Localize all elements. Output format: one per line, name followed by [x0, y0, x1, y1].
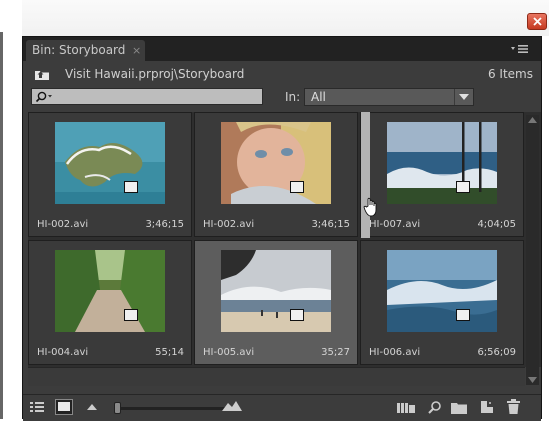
- path-row: Visit Hawaii.prproj\Storyboard 6 Items: [23, 61, 541, 85]
- clip-name: HI-002.avi: [203, 219, 255, 230]
- chevron-down-icon[interactable]: [454, 89, 473, 105]
- bin-panel: Bin: Storyboard × Visit Hawaii.prproj\St…: [22, 36, 542, 421]
- clip-thumbnail: [221, 122, 331, 204]
- search-input[interactable]: [58, 89, 258, 104]
- clip-duration: 35;27: [321, 347, 350, 358]
- zoom-slider-thumb[interactable]: [114, 402, 122, 414]
- insertion-marker: [361, 112, 370, 238]
- clip-duration: 4;04;05: [477, 219, 516, 230]
- left-edge: [0, 32, 3, 419]
- vertical-scrollbar[interactable]: [526, 115, 539, 385]
- clip-thumbnail: [387, 122, 497, 204]
- clip-tile-selected[interactable]: HI-005.avi 35;27: [194, 240, 358, 365]
- clip-type-icon: [124, 181, 138, 193]
- new-item-icon[interactable]: [480, 400, 494, 414]
- zoom-in-icon[interactable]: [222, 401, 242, 411]
- clip-type-icon: [290, 309, 304, 321]
- zoom-slider-track[interactable]: [115, 407, 229, 410]
- tab-strip: Bin: Storyboard ×: [23, 37, 541, 61]
- clip-duration: 3;46;15: [145, 219, 184, 230]
- tab-close-icon[interactable]: ×: [132, 40, 141, 61]
- list-view-icon[interactable]: [29, 400, 45, 414]
- new-bin-icon[interactable]: [451, 401, 467, 414]
- in-filter-select[interactable]: All: [304, 88, 474, 106]
- aerial-island-image: [55, 122, 165, 204]
- clip-duration: 6;56;09: [477, 347, 516, 358]
- clip-thumbnail: [55, 122, 165, 204]
- tab-bin-storyboard[interactable]: Bin: Storyboard ×: [26, 40, 145, 61]
- beach-waves-image: [221, 250, 331, 332]
- clip-name: HI-002.avi: [37, 219, 89, 230]
- search-field[interactable]: [31, 88, 263, 105]
- scroll-up-icon[interactable]: [528, 117, 537, 123]
- zoom-out-icon[interactable]: [87, 404, 97, 410]
- icon-view-icon[interactable]: [55, 399, 73, 415]
- parent-bin-icon[interactable]: [34, 68, 50, 81]
- left-background: [0, 0, 22, 419]
- panel-bottom-toolbar: [23, 394, 541, 421]
- surf-wave-image: [387, 250, 497, 332]
- clip-thumbnail: [387, 250, 497, 332]
- hand-cursor-icon: [363, 197, 377, 217]
- clip-thumbnail: [55, 250, 165, 332]
- clip-type-icon: [456, 309, 470, 321]
- clip-type-icon: [456, 181, 470, 193]
- window-title-bar: [0, 0, 549, 36]
- clip-tile[interactable]: HI-002.avi 3;46;15: [28, 112, 192, 237]
- item-count: 6 Items: [487, 67, 533, 81]
- find-icon[interactable]: [428, 400, 442, 414]
- clip-duration: 55;14: [155, 347, 184, 358]
- in-label: In:: [285, 90, 301, 104]
- panel-menu-icon[interactable]: [507, 42, 531, 56]
- clip-tile[interactable]: HI-006.avi 6;56;09: [360, 240, 524, 365]
- clip-name: HI-005.avi: [203, 347, 255, 358]
- search-icon: [35, 91, 52, 103]
- clip-name: HI-007.avi: [369, 219, 421, 230]
- automate-to-sequence-icon[interactable]: [397, 402, 415, 414]
- clip-tile[interactable]: HI-007.avi 4;04;05: [360, 112, 524, 237]
- forest-path-image: [55, 250, 165, 332]
- clip-grid: HI-002.avi 3;46;15 HI-002.avi 3;46;15 HI…: [28, 112, 541, 367]
- clip-tile[interactable]: HI-004.avi 55;14: [28, 240, 192, 365]
- clip-name: HI-004.avi: [37, 347, 89, 358]
- child-face-image: [221, 122, 331, 204]
- clip-type-icon: [290, 181, 304, 193]
- clip-tile[interactable]: HI-002.avi 3;46;15: [194, 112, 358, 237]
- ocean-poles-image: [387, 122, 497, 204]
- close-icon: [532, 17, 542, 26]
- tab-label: Bin: Storyboard: [32, 43, 126, 57]
- bin-path: Visit Hawaii.prproj\Storyboard: [65, 67, 245, 81]
- scroll-down-icon[interactable]: [528, 377, 537, 383]
- clip-type-icon: [124, 309, 138, 321]
- delete-icon[interactable]: [507, 399, 520, 414]
- window-close-button[interactable]: [527, 13, 547, 30]
- clip-thumbnail: [221, 250, 331, 332]
- in-filter-value: All: [311, 90, 326, 104]
- clip-name: HI-006.avi: [369, 347, 421, 358]
- horizontal-scrollbar[interactable]: [28, 367, 525, 386]
- clip-duration: 3;46;15: [311, 219, 350, 230]
